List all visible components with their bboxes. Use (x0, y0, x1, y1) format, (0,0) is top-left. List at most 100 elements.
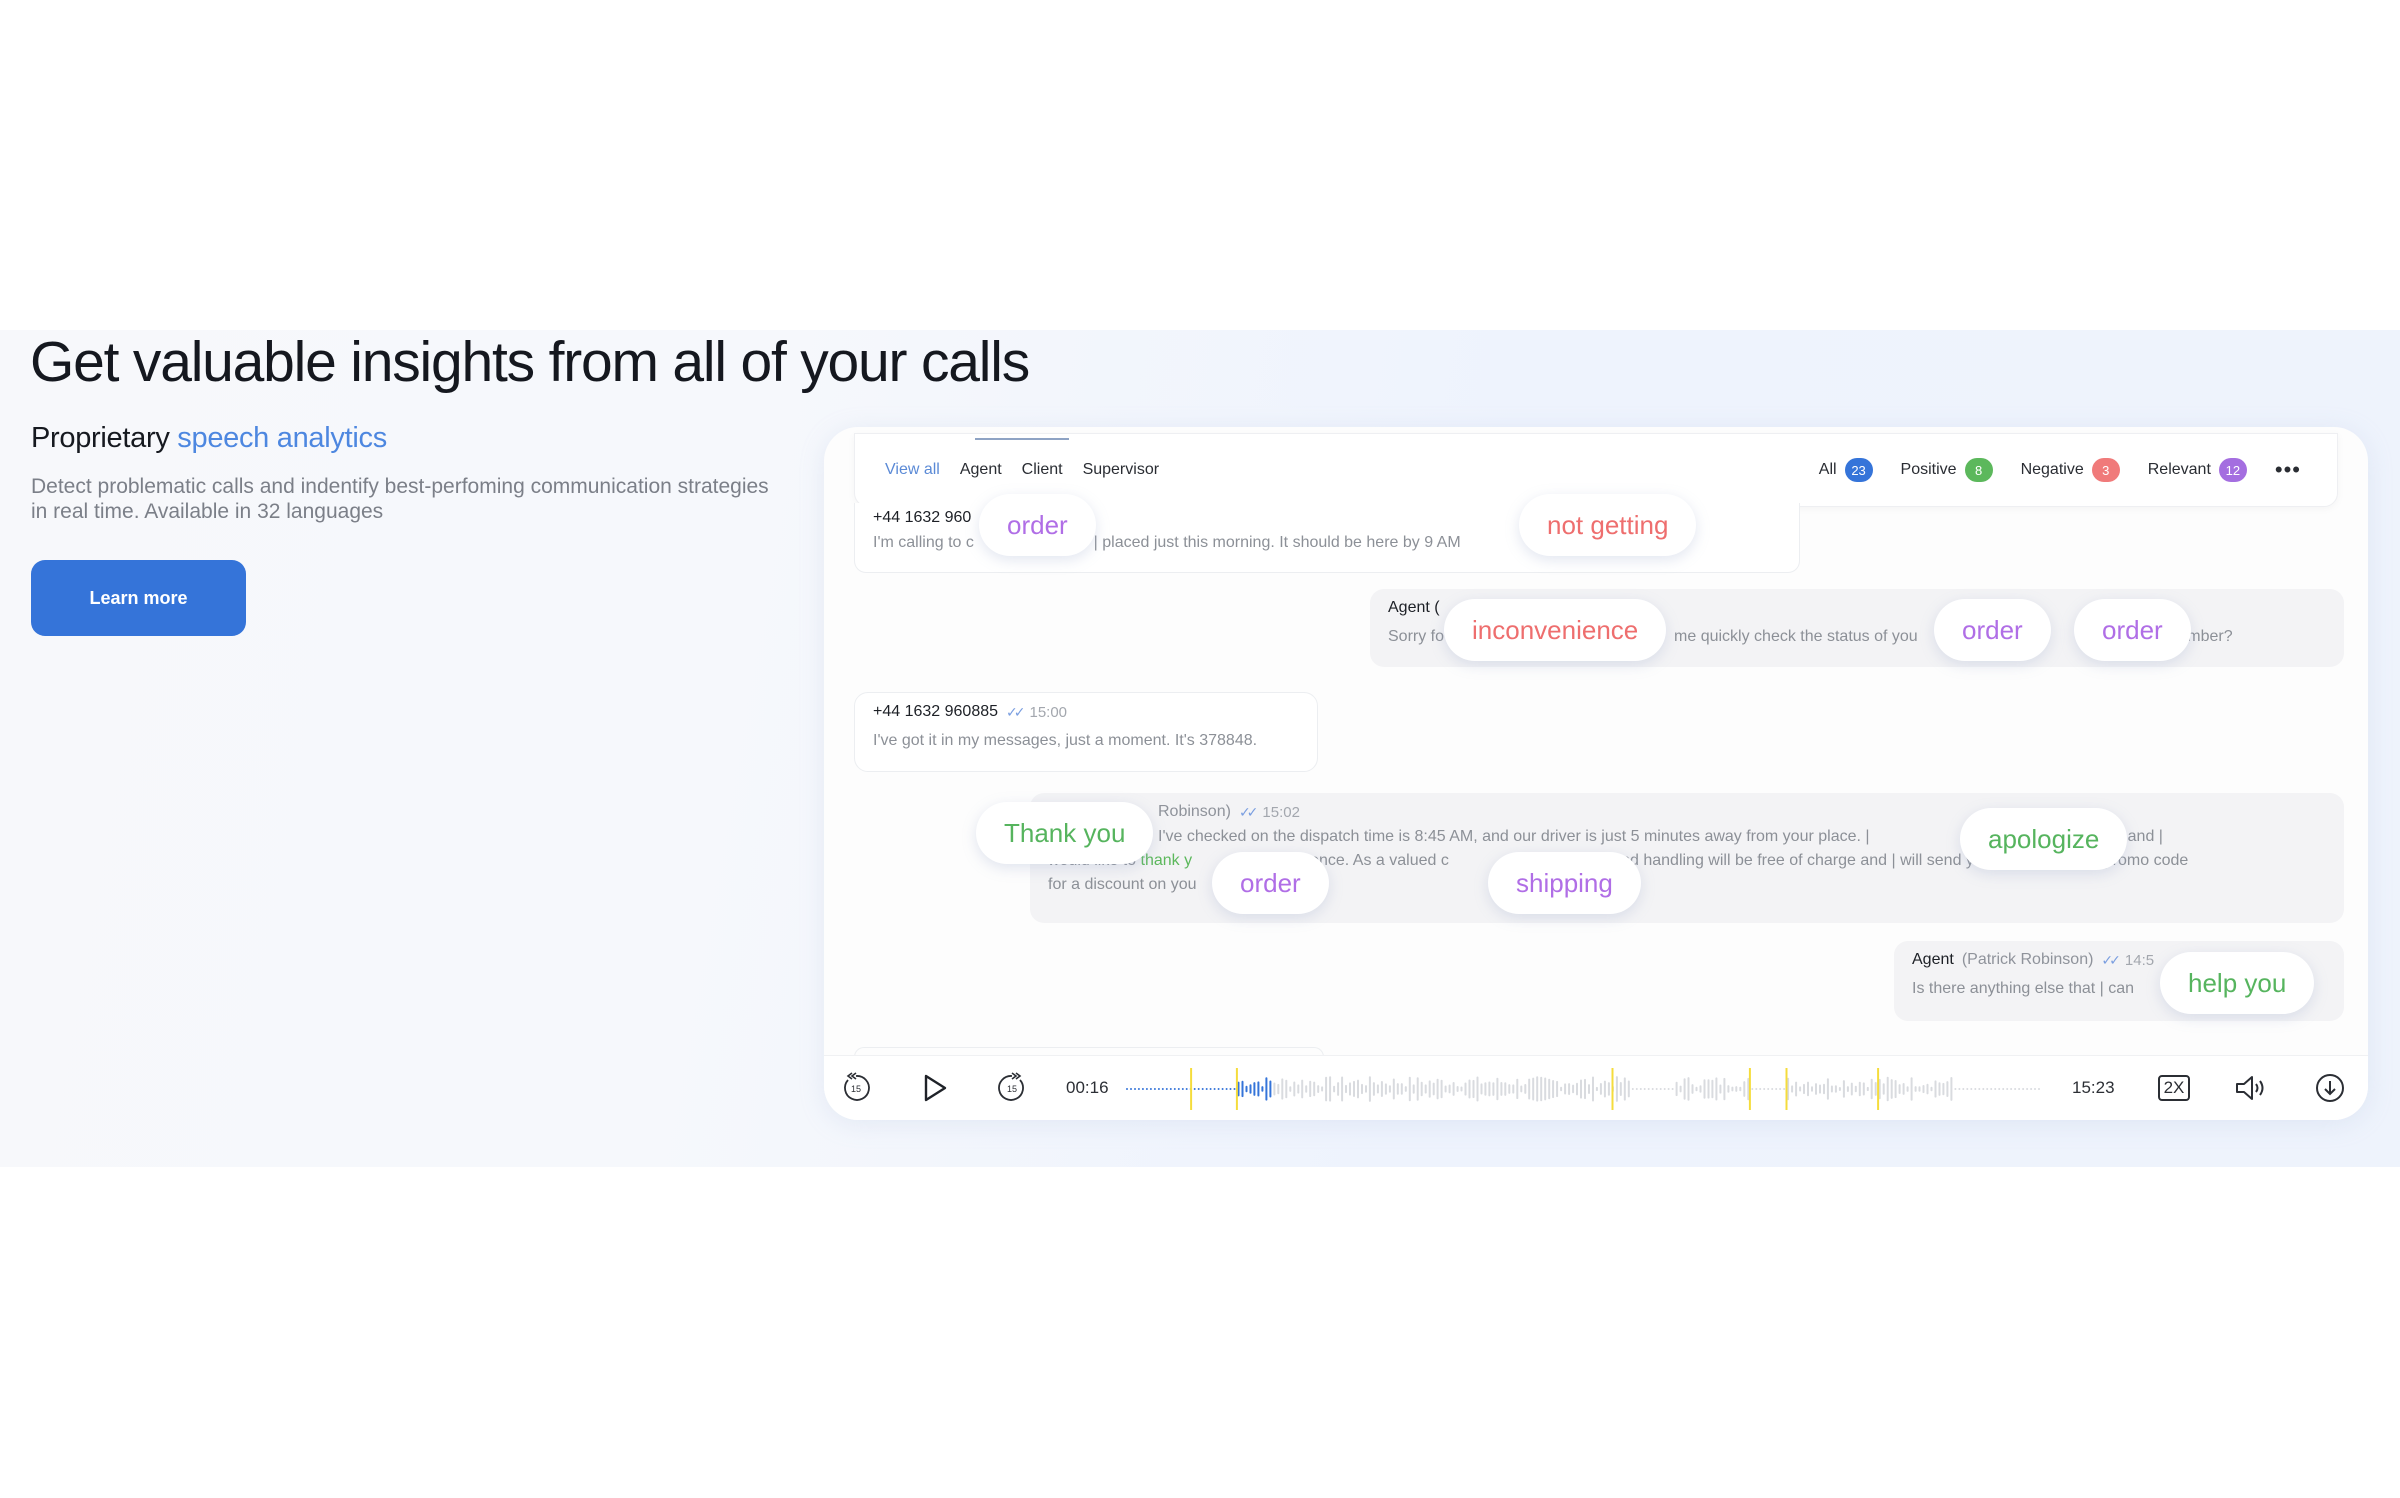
waveform-bar (1679, 1085, 1682, 1093)
waveform-bar (1759, 1088, 1762, 1090)
count-badge: 8 (1964, 458, 1993, 482)
tab-agent[interactable]: Agent (960, 461, 1002, 479)
waveform-bar (2014, 1088, 2017, 1090)
keyword-pill[interactable]: order (979, 494, 1096, 556)
keyword-marker[interactable] (1748, 1068, 1751, 1110)
keyword-pill[interactable]: inconvenience (1444, 599, 1667, 661)
waveform-bar (1994, 1088, 1997, 1090)
sender-detail: (Patrick Robinson) (1961, 951, 2094, 968)
waveform-bar (1727, 1085, 1730, 1093)
waveform-bar (1333, 1085, 1336, 1093)
filter-label: Relevant (2147, 461, 2211, 478)
message-client-2: +44 1632 960885 ✓✓ 15:00 I've got it in my… (854, 692, 1318, 772)
waveform-bar (1962, 1088, 1965, 1090)
waveform-bar (1149, 1088, 1152, 1090)
keyword-marker[interactable] (1190, 1068, 1193, 1110)
keyword-pill[interactable]: order (1934, 599, 2051, 661)
waveform-scrubber[interactable] (1124, 1064, 2044, 1114)
waveform-bar (1273, 1082, 1276, 1096)
keyword-pill[interactable]: apologize (1960, 808, 2128, 870)
waveform-bar (1874, 1082, 1877, 1096)
waveform-bar (1289, 1086, 1292, 1092)
waveform-bar (1392, 1078, 1395, 1100)
waveform-bar (1775, 1088, 1778, 1090)
svg-text:15: 15 (851, 1084, 861, 1094)
waveform-bar (1516, 1078, 1519, 1100)
keyword-pill[interactable]: help you (2160, 952, 2315, 1014)
play-button[interactable] (912, 1066, 956, 1110)
tab-supervisor[interactable]: Supervisor (1083, 461, 1159, 479)
keyword-marker[interactable] (1235, 1068, 1238, 1110)
waveform-bar (1954, 1088, 1957, 1090)
waveform-bar (1508, 1084, 1511, 1094)
keyword-marker[interactable] (1611, 1068, 1614, 1110)
count-badge: 12 (2218, 458, 2247, 482)
filter-negative[interactable]: Negative 3 (2021, 458, 2120, 482)
keyword-pill[interactable]: shipping (1488, 852, 1641, 914)
waveform-bar (1329, 1076, 1332, 1102)
message-text: Is there anything else that | can (1912, 980, 2135, 997)
waveform-bar (1623, 1077, 1626, 1101)
waveform-bar (1325, 1076, 1328, 1102)
waveform-bar (1886, 1076, 1889, 1102)
tab-client[interactable]: Client (1022, 461, 1063, 479)
download-button[interactable] (2308, 1066, 2352, 1110)
keyword-pill[interactable]: order (2074, 599, 2191, 661)
learn-more-button[interactable]: Learn more (31, 560, 246, 636)
waveform-bar (1388, 1085, 1391, 1093)
waveform-bar (1974, 1088, 1977, 1090)
waveform-bar (1448, 1084, 1451, 1094)
waveform-bar (1480, 1083, 1483, 1095)
waveform-bar (1599, 1083, 1602, 1095)
forward-15-button[interactable]: 15 (990, 1066, 1034, 1110)
keyword-pill[interactable]: not getting (1519, 494, 1697, 556)
waveform-bar (1767, 1088, 1770, 1090)
filter-relevant[interactable]: Relevant 12 (2148, 458, 2247, 482)
page-headline: Get valuable insights from all of your c… (30, 330, 1030, 394)
keyword-pill[interactable]: order (1212, 852, 1329, 914)
keyword-marker[interactable] (1877, 1068, 1880, 1110)
keyword-marker[interactable] (1785, 1068, 1788, 1110)
download-icon (2316, 1074, 2344, 1102)
subheading: Proprietary speech analytics (31, 422, 387, 455)
filter-label: Negative (2020, 461, 2084, 478)
waveform-bar (1663, 1088, 1666, 1090)
timestamp: 14:5 (2124, 951, 2155, 969)
waveform-bar (1986, 1088, 1989, 1090)
waveform-bar (1213, 1088, 1216, 1090)
message-text: I've got it in my messages, just a momen… (873, 732, 1258, 749)
audio-player: 15 15 00:16 15:23 2X (824, 1055, 2368, 1120)
waveform-bar (1193, 1088, 1196, 1090)
waveform-bar (1165, 1088, 1168, 1090)
tab-view-all[interactable]: View all (885, 461, 940, 479)
filter-all[interactable]: All 23 (1819, 458, 1873, 482)
waveform-bar (1735, 1086, 1738, 1092)
waveform-bar (1253, 1082, 1256, 1096)
waveform-bar (1233, 1088, 1236, 1090)
waveform-bar (1946, 1081, 1949, 1097)
waveform-bar (1396, 1083, 1399, 1095)
filter-positive[interactable]: Positive 8 (1901, 458, 1993, 482)
playback-speed-button[interactable]: 2X (2152, 1066, 2196, 1110)
waveform-bar (1281, 1078, 1284, 1100)
timestamp: 15:02 (1262, 803, 1300, 821)
ellipsis-icon[interactable]: ••• (2275, 459, 2301, 481)
waveform-bar (1297, 1084, 1300, 1094)
waveform-bar (1456, 1086, 1459, 1092)
waveform-bar (1524, 1084, 1527, 1094)
rewind-15-button[interactable]: 15 (834, 1066, 878, 1110)
subhead-accent: speech analytics (177, 422, 387, 454)
waveform-bar (1707, 1079, 1710, 1099)
waveform-bar (1460, 1086, 1463, 1092)
volume-button[interactable] (2230, 1066, 2274, 1110)
waveform-bar (1161, 1088, 1164, 1090)
waveform-bar (1440, 1079, 1443, 1099)
waveform-bar (1635, 1088, 1638, 1090)
keyword-inline: thank y (1140, 852, 1193, 869)
waveform-bar (1269, 1080, 1272, 1098)
waveform-bar (1731, 1086, 1734, 1092)
keyword-pill[interactable]: Thank you (976, 802, 1154, 864)
waveform-bar (1380, 1081, 1383, 1097)
waveform-bar (1595, 1086, 1598, 1092)
waveform-bar (1838, 1087, 1841, 1091)
